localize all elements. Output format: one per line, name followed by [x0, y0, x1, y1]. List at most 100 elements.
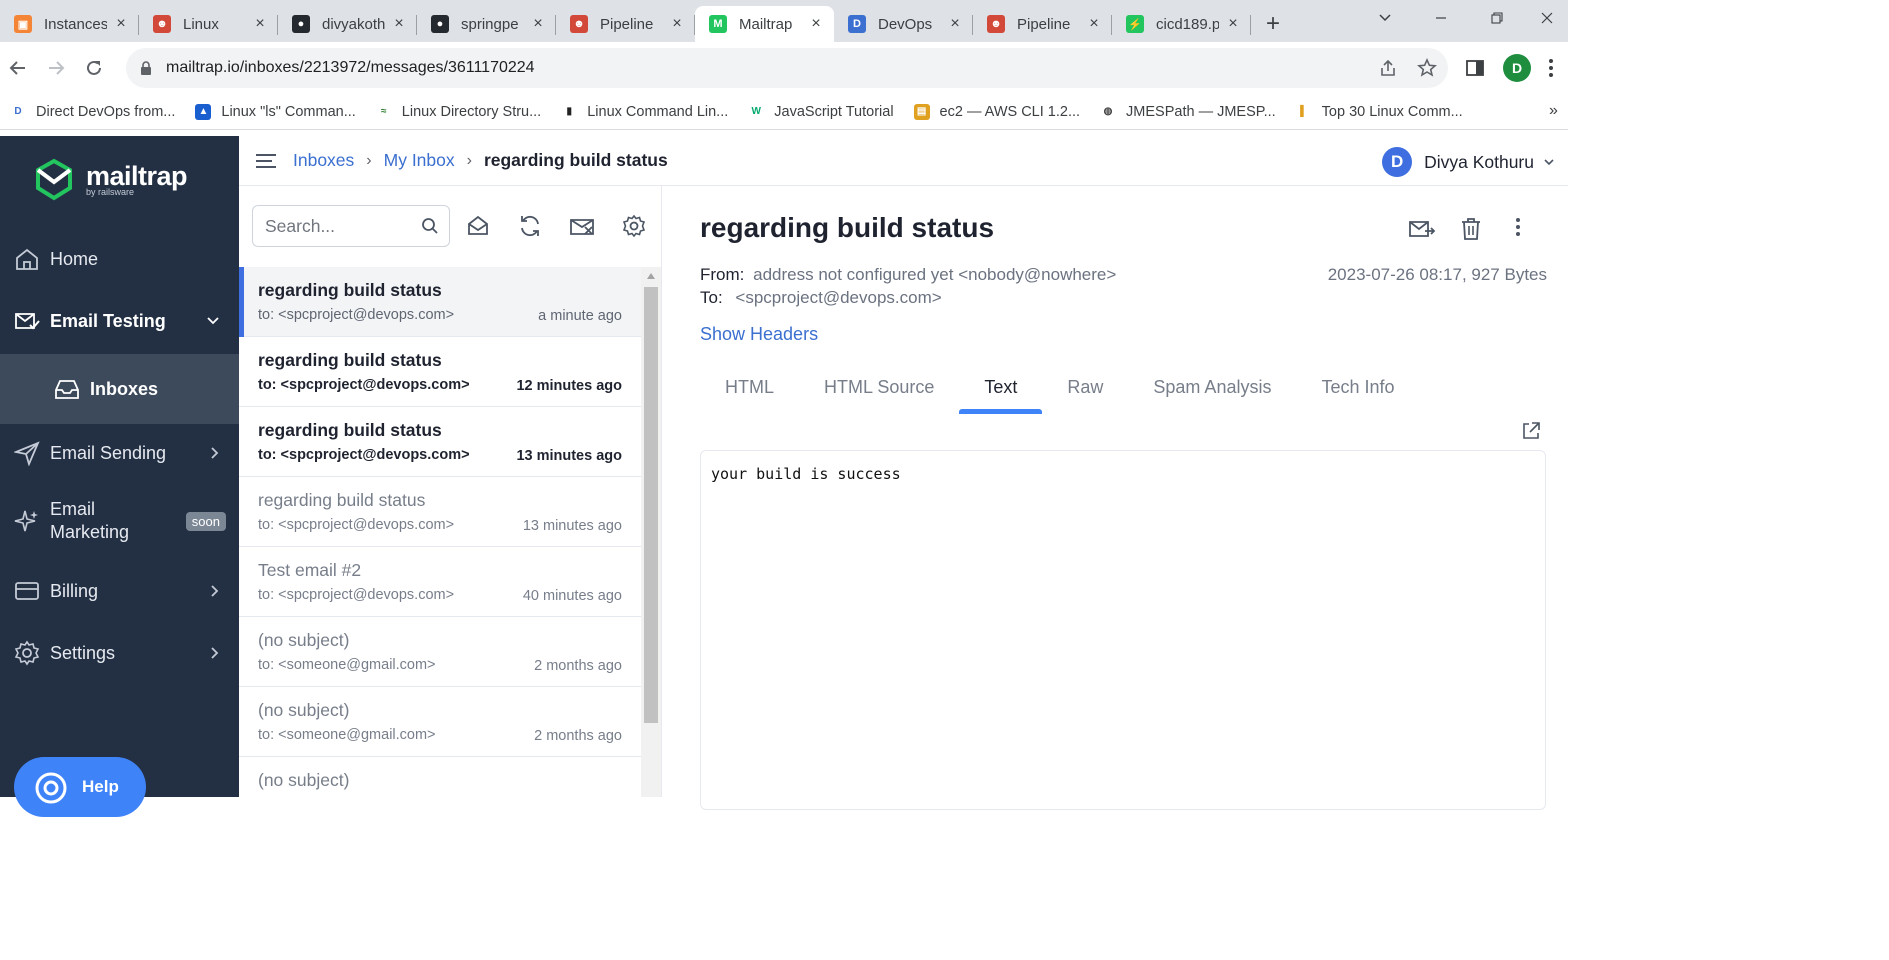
bookmark-star-icon[interactable]: [1417, 58, 1437, 78]
chevron-right-icon[interactable]: [211, 585, 219, 597]
message-list-item[interactable]: regarding build status to: <spcproject@de…: [239, 267, 641, 337]
url-text[interactable]: mailtrap.io/inboxes/2213972/messages/361…: [166, 59, 535, 77]
minimize-icon[interactable]: [1413, 0, 1469, 36]
open-in-new-window-icon[interactable]: [1521, 421, 1541, 441]
lock-icon[interactable]: [140, 60, 152, 76]
search-icon[interactable]: [421, 217, 439, 235]
tab-raw[interactable]: Raw: [1042, 360, 1128, 414]
browser-tab[interactable]: ☻ Pipeline ×: [556, 6, 695, 42]
scroll-up-arrow-icon[interactable]: [647, 273, 655, 279]
chevron-down-icon[interactable]: [207, 317, 219, 325]
credit-card-icon: [15, 582, 39, 600]
close-tab-icon[interactable]: ×: [252, 16, 268, 32]
clear-inbox-icon[interactable]: [569, 213, 595, 239]
sidebar-item-label-line2: Marketing: [50, 522, 130, 542]
browser-tab[interactable]: ▣ Instances ×: [0, 6, 139, 42]
sidebar-item-email-marketing[interactable]: Email Marketing soon: [0, 498, 239, 544]
message-list-item[interactable]: (no subject): [239, 757, 641, 797]
trash-icon[interactable]: [1459, 216, 1487, 242]
bookmark-item[interactable]: W JavaScript Tutorial: [748, 104, 894, 120]
forward-email-icon[interactable]: [1408, 216, 1436, 242]
new-tab-button[interactable]: +: [1251, 6, 1295, 42]
sidebar-item-billing[interactable]: Billing: [0, 578, 239, 604]
breadcrumb-my-inbox[interactable]: My Inbox: [384, 150, 455, 171]
tab-spam-analysis[interactable]: Spam Analysis: [1128, 360, 1296, 414]
message-list-item[interactable]: (no subject) to: <someone@gmail.com> 2 mon…: [239, 617, 641, 687]
tab-html-source[interactable]: HTML Source: [799, 360, 959, 414]
browser-tab[interactable]: ☻ Linux ×: [139, 6, 278, 42]
message-subject: regarding build status: [258, 350, 442, 370]
browser-tab[interactable]: D DevOps ×: [834, 6, 973, 42]
message-list-item[interactable]: Test email #2 to: <spcproject@devops.com>…: [239, 547, 641, 617]
bookmark-label: Top 30 Linux Comm...: [1321, 103, 1463, 120]
message-subject: (no subject): [258, 770, 350, 790]
browser-menu-icon[interactable]: [1548, 58, 1554, 78]
sidebar-item-home[interactable]: Home: [0, 246, 239, 272]
profile-avatar[interactable]: D: [1503, 54, 1531, 82]
message-list-scrollbar[interactable]: [641, 267, 661, 797]
bookmark-item[interactable]: ▤ ec2 — AWS CLI 1.2...: [913, 103, 1080, 120]
sidebar-item-settings[interactable]: Settings: [0, 640, 239, 666]
hamburger-menu-icon[interactable]: [256, 153, 276, 169]
show-headers-link[interactable]: Show Headers: [700, 324, 818, 345]
close-tab-icon[interactable]: ×: [669, 16, 685, 32]
close-window-icon[interactable]: [1525, 0, 1568, 36]
tab-title: Linux: [183, 15, 219, 33]
close-tab-icon[interactable]: ×: [1086, 16, 1102, 32]
browser-tab[interactable]: ● divyakoth ×: [278, 6, 417, 42]
restore-icon[interactable]: [1469, 0, 1525, 36]
sidebar-item-email-testing[interactable]: Email Testing: [0, 308, 239, 334]
scrollbar-thumb[interactable]: [644, 287, 658, 723]
close-tab-icon[interactable]: ×: [391, 16, 407, 32]
bookmark-item[interactable]: ▌ Top 30 Linux Comm...: [1296, 104, 1463, 120]
sidebar-item-email-sending[interactable]: Email Sending: [0, 440, 239, 466]
message-list-item[interactable]: regarding build status to: <spcproject@de…: [239, 407, 641, 477]
mark-read-icon[interactable]: [465, 213, 491, 239]
more-bookmarks-icon[interactable]: »: [1549, 102, 1558, 120]
jenkins-icon: ☻: [987, 15, 1005, 33]
user-menu[interactable]: D Divya Kothuru: [1382, 147, 1554, 177]
tab-search-icon[interactable]: [1357, 0, 1413, 36]
message-list-item[interactable]: regarding build status to: <spcproject@de…: [239, 477, 641, 547]
close-tab-icon[interactable]: ×: [113, 16, 129, 32]
reload-icon[interactable]: [74, 48, 114, 88]
inbox-settings-gear-icon[interactable]: [621, 213, 647, 239]
refresh-icon[interactable]: [517, 213, 543, 239]
close-tab-icon[interactable]: ×: [947, 16, 963, 32]
close-tab-icon[interactable]: ×: [530, 16, 546, 32]
message-subject: Test email #2: [258, 560, 362, 580]
close-tab-icon[interactable]: ×: [1225, 16, 1241, 32]
browser-tab[interactable]: ☻ Pipeline ×: [973, 6, 1112, 42]
breadcrumb-inboxes[interactable]: Inboxes: [293, 150, 354, 171]
browser-tab[interactable]: ● springpe ×: [417, 6, 556, 42]
search-input[interactable]: [265, 215, 415, 237]
bookmark-item[interactable]: ▮ Linux Command Lin...: [561, 104, 728, 120]
back-icon[interactable]: [0, 48, 38, 88]
browser-tab[interactable]: ⚡ cicd189.p ×: [1112, 6, 1251, 42]
forward-icon[interactable]: [36, 48, 76, 88]
bookmark-item[interactable]: ≈ Linux Directory Stru...: [376, 104, 541, 120]
tab-tech-info[interactable]: Tech Info: [1296, 360, 1419, 414]
message-list-item[interactable]: regarding build status to: <spcproject@de…: [239, 337, 641, 407]
app-topbar: Inboxes › My Inbox › regarding build sta…: [239, 136, 1568, 186]
bookmark-item[interactable]: D Direct DevOps from...: [10, 104, 175, 120]
help-button[interactable]: Help: [14, 757, 146, 817]
side-panel-icon[interactable]: [1465, 58, 1485, 78]
bookmark-item[interactable]: ▲ Linux "ls" Comman...: [195, 103, 356, 120]
search-box[interactable]: [252, 205, 450, 247]
send-icon: [14, 441, 40, 466]
mailtrap-logo[interactable]: mailtrap by railsware: [32, 158, 188, 202]
bookmark-item[interactable]: ◍ JMESPath — JMESP...: [1100, 104, 1276, 120]
chart-icon: ▌: [1300, 106, 1308, 117]
tab-html[interactable]: HTML: [700, 360, 799, 414]
more-actions-icon[interactable]: [1515, 216, 1529, 242]
sidebar-item-inboxes[interactable]: Inboxes: [0, 354, 239, 424]
chevron-right-icon[interactable]: [211, 647, 219, 659]
tab-text[interactable]: Text: [959, 360, 1043, 414]
browser-tab[interactable]: M Mailtrap ×: [695, 6, 834, 42]
share-icon[interactable]: [1378, 58, 1398, 78]
close-tab-icon[interactable]: ×: [808, 16, 824, 32]
message-list-item[interactable]: (no subject) to: <someone@gmail.com> 2 mon…: [239, 687, 641, 757]
chevron-right-icon[interactable]: [211, 447, 219, 459]
address-bar[interactable]: mailtrap.io/inboxes/2213972/messages/361…: [126, 48, 1448, 88]
